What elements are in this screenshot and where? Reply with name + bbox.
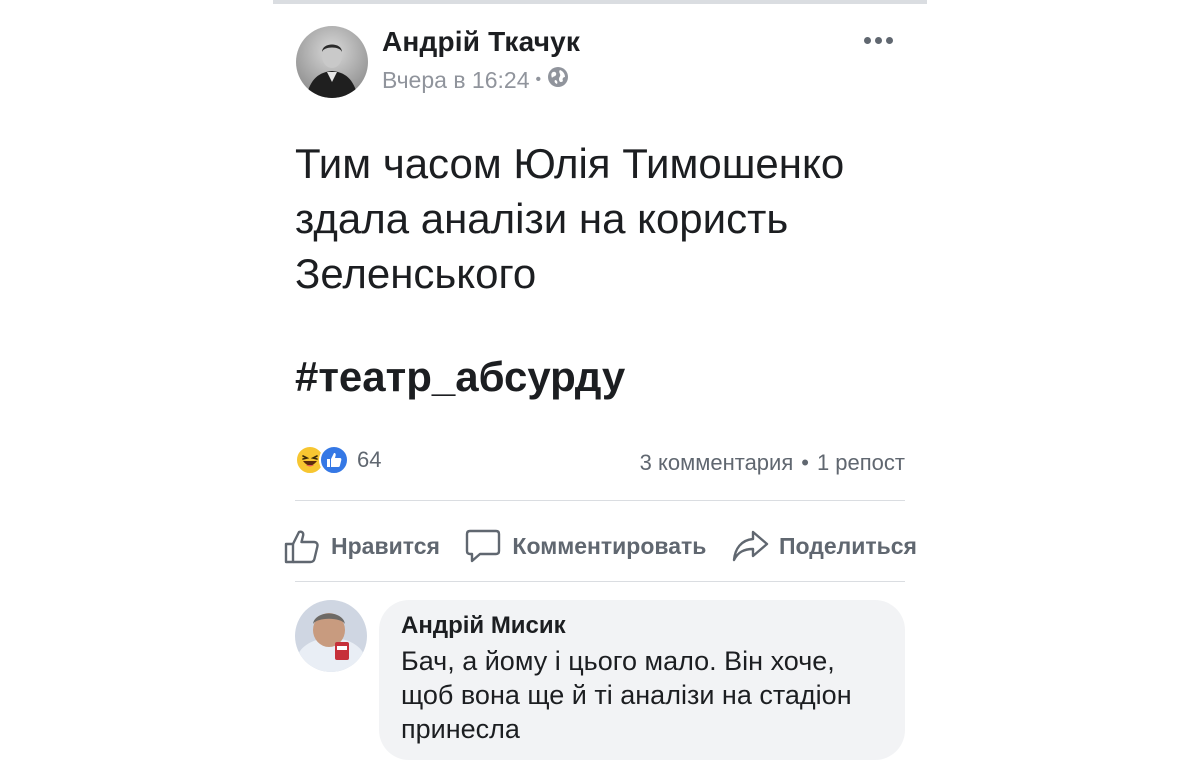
share-label: Поделиться — [778, 532, 917, 559]
action-bar: Нравится Комментировать Поделиться — [283, 522, 917, 570]
more-options-button[interactable] — [862, 24, 894, 56]
shares-count[interactable]: 1 репост — [817, 450, 905, 476]
reaction-count: 64 — [357, 447, 382, 472]
meta-separator: • — [535, 71, 542, 88]
share-button[interactable]: Поделиться — [731, 527, 917, 565]
comment-icon — [464, 527, 502, 565]
commenter-avatar[interactable] — [295, 600, 367, 672]
like-label: Нравится — [331, 532, 440, 559]
post-card: Андрій Ткачук Вчера в 16:24 • Тим часом … — [273, 4, 927, 760]
reactions-summary[interactable]: 64 — [295, 445, 381, 475]
comment-author[interactable]: Андрій Мисик — [401, 612, 883, 640]
comment-button[interactable]: Комментировать — [464, 527, 706, 565]
stats-divider — [295, 500, 905, 501]
comment-label: Комментировать — [512, 532, 707, 559]
author-name[interactable]: Андрій Ткачук — [382, 26, 580, 58]
post-text: Тим часом Юлія Тимошенко здала аналізи н… — [295, 140, 845, 297]
engagement-counts: 3 комментария • 1 репост — [640, 450, 905, 476]
counts-separator: • — [801, 450, 809, 475]
author-avatar[interactable] — [296, 26, 368, 98]
like-reaction-icon — [319, 445, 349, 475]
actions-divider — [295, 581, 905, 582]
thumbs-up-icon — [283, 527, 321, 565]
globe-icon — [547, 66, 569, 94]
post-timestamp[interactable]: Вчера в 16:24 — [382, 67, 530, 94]
like-button[interactable]: Нравится — [283, 527, 440, 565]
comment-bubble: Андрій Мисик Бач, а йому і цього мало. В… — [379, 600, 905, 760]
comments-count[interactable]: 3 комментария — [640, 450, 794, 476]
comment-text: Бач, а йому і цього мало. Він хоче, щоб … — [401, 646, 852, 744]
post-hashtag[interactable]: #театр_абсурду — [295, 353, 625, 401]
post-meta: Вчера в 16:24 • — [382, 66, 569, 94]
ellipsis-icon — [863, 36, 871, 44]
share-arrow-icon — [731, 527, 769, 565]
